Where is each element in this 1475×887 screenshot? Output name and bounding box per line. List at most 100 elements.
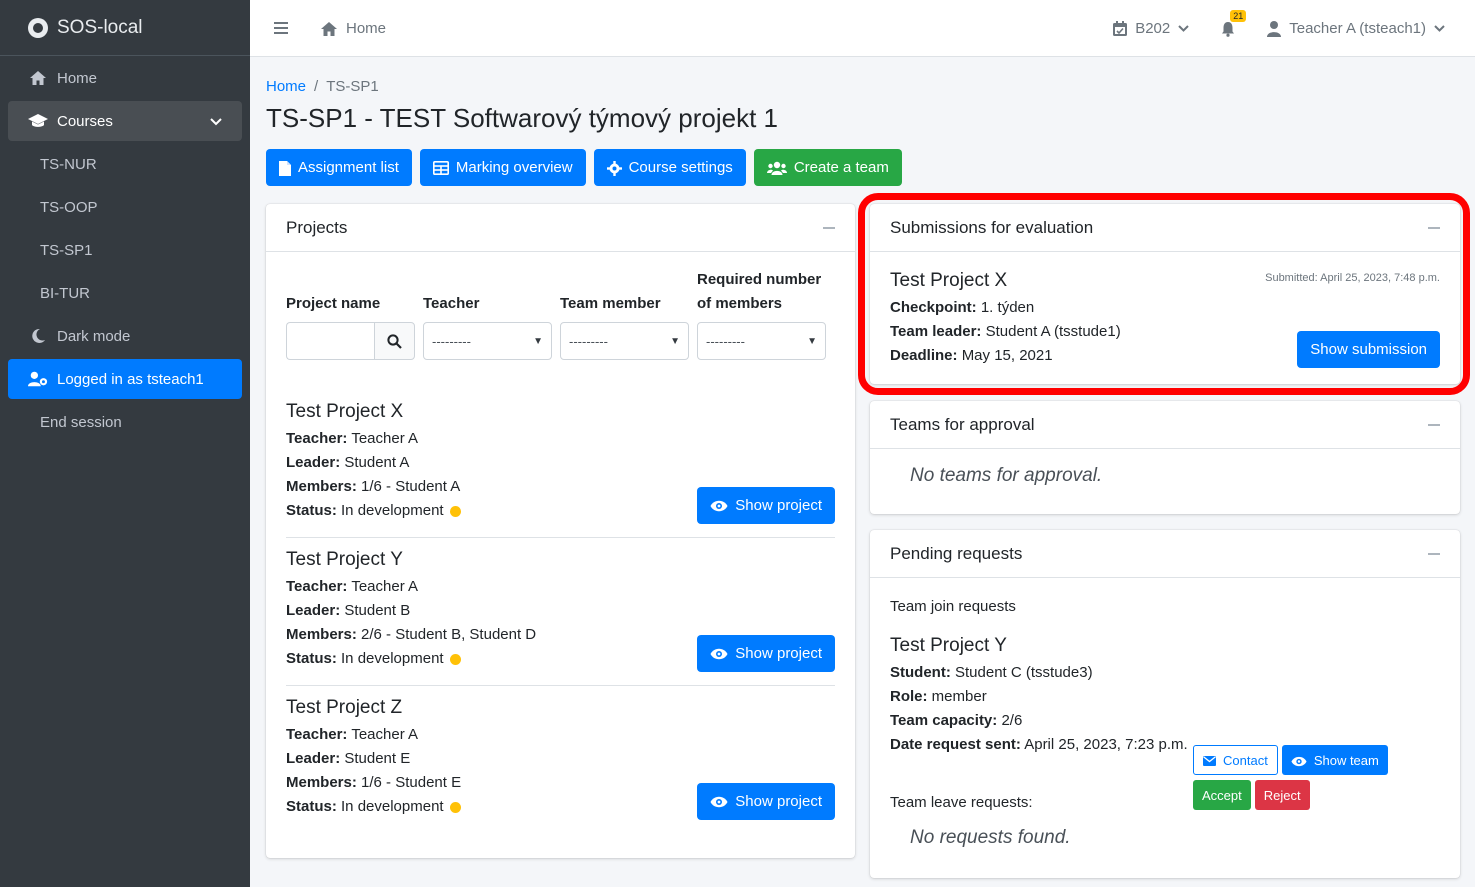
sidebar: SOS-local Home Courses TS-NUR TS-OOP TS-… [0, 0, 250, 887]
button-label: Course settings [628, 159, 733, 176]
minus-icon[interactable] [1428, 423, 1440, 426]
eye-icon [710, 793, 728, 810]
project-item: Test Project X Teacher: Teacher A Leader… [286, 390, 835, 538]
sidebar-item-course-2[interactable]: TS-SP1 [8, 230, 242, 270]
button-label: Create a team [793, 159, 889, 176]
chevron-down-icon [210, 114, 222, 128]
user-label: Teacher A (tsteach1) [1289, 19, 1426, 37]
sidebar-item-course-0[interactable]: TS-NUR [8, 144, 242, 184]
users-icon [766, 159, 787, 176]
breadcrumb-home-link[interactable]: Home [266, 78, 306, 95]
calendar-icon [1113, 20, 1128, 37]
room-dropdown[interactable]: B202 [1113, 20, 1189, 37]
card-title: Teams for approval [890, 414, 1035, 434]
project-name-input[interactable] [286, 322, 374, 360]
caret-down-icon: ▼ [533, 335, 543, 347]
empty-message: No teams for approval. [910, 465, 1103, 486]
menu-icon[interactable] [274, 22, 288, 34]
project-name: Test Project Z [286, 697, 403, 718]
button-label: Show project [735, 497, 822, 514]
eye-icon [1291, 753, 1307, 768]
show-project-button[interactable]: Show project [697, 783, 835, 820]
project-teacher: Teacher: Teacher A [286, 726, 419, 743]
teams-approval-card: Teams for approval No teams for approval… [870, 401, 1460, 514]
project-name: Test Project Y [286, 549, 403, 570]
show-project-button[interactable]: Show project [697, 487, 835, 524]
card-header: Teams for approval [870, 401, 1460, 449]
button-label: Assignment list [298, 159, 399, 176]
sidebar-item-label: Logged in as tsteach1 [57, 370, 204, 388]
filter-label: Required number of members [697, 271, 822, 312]
card-header: Pending requests [870, 530, 1460, 578]
project-item: Test Project Z Teacher: Teacher A Leader… [286, 686, 835, 833]
project-item: Test Project Y Teacher: Teacher A Leader… [286, 538, 835, 686]
request-project-name: Test Project Y [890, 635, 1007, 656]
create-team-button[interactable]: Create a team [753, 149, 902, 186]
chevron-down-icon [1434, 20, 1445, 37]
sidebar-item-end-session[interactable]: End session [8, 402, 242, 442]
topbar-right: B202 21 Teacher A (tsteach1) [1113, 10, 1475, 37]
file-icon [279, 159, 291, 176]
search-button[interactable] [374, 322, 415, 360]
minus-icon[interactable] [1428, 226, 1440, 229]
button-label: Marking overview [455, 159, 573, 176]
notifications-badge: 21 [1230, 10, 1247, 23]
request-actions-top: Contact Show team [1193, 745, 1388, 775]
project-list: Test Project X Teacher: Teacher A Leader… [286, 390, 835, 833]
course-settings-button[interactable]: Course settings [593, 149, 746, 186]
leave-empty-message: No requests found. [910, 827, 1071, 848]
marking-overview-button[interactable]: Marking overview [419, 149, 586, 186]
team-member-select[interactable]: --------- ▼ [560, 322, 689, 360]
home-icon [28, 70, 48, 86]
sidebar-item-label: Home [57, 69, 98, 87]
submission-checkpoint: Checkpoint: 1. týden [890, 299, 1035, 316]
home-icon [320, 19, 338, 36]
show-submission-button[interactable]: Show submission [1297, 331, 1440, 368]
contact-button[interactable]: Contact [1193, 745, 1278, 775]
gear-icon [606, 159, 622, 176]
graduation-cap-icon [28, 114, 48, 128]
request-capacity: Team capacity: 2/6 [890, 712, 1023, 729]
user-cog-icon [28, 371, 48, 387]
breadcrumb-separator: / [314, 78, 319, 95]
brand-title: SOS-local [57, 16, 143, 38]
status-dot [449, 801, 461, 813]
card-header: Submissions for evaluation [870, 204, 1460, 252]
sidebar-item-label: End session [40, 413, 122, 431]
sidebar-item-courses[interactable]: Courses [8, 101, 242, 141]
show-project-button[interactable]: Show project [697, 635, 835, 672]
reject-button[interactable]: Reject [1254, 780, 1310, 810]
submissions-card: Submissions for evaluation Test Project … [870, 204, 1460, 384]
sidebar-item-home[interactable]: Home [8, 58, 242, 98]
card-header: Projects [266, 204, 855, 252]
button-label: Show project [735, 645, 822, 662]
brand-link[interactable]: SOS-local [0, 0, 250, 56]
search-icon [387, 333, 402, 350]
sidebar-item-course-1[interactable]: TS-OOP [8, 187, 242, 227]
show-team-button[interactable]: Show team [1281, 745, 1388, 775]
eye-icon [710, 645, 728, 662]
teacher-select[interactable]: --------- ▼ [423, 322, 552, 360]
request-actions-bottom: Accept Reject [1193, 780, 1310, 810]
assignment-list-button[interactable]: Assignment list [266, 149, 412, 186]
status-dot [449, 505, 461, 517]
minus-icon[interactable] [823, 226, 835, 229]
user-icon [1267, 19, 1282, 37]
project-filters: Project name Teacher --------- ▼ Team me… [286, 271, 835, 360]
sidebar-item-dark-mode[interactable]: Dark mode [8, 316, 242, 356]
sidebar-item-logged-in[interactable]: Logged in as tsteach1 [8, 359, 242, 399]
accept-button[interactable]: Accept [1193, 780, 1251, 810]
user-dropdown[interactable]: Teacher A (tsteach1) [1267, 19, 1445, 37]
sidebar-item-course-3[interactable]: BI-TUR [8, 273, 242, 313]
course-actions: Assignment list Marking overview Course … [266, 149, 1461, 186]
button-label: Reject [1263, 787, 1301, 803]
topbar-home-link[interactable]: Home [320, 19, 386, 37]
notifications-button[interactable]: 21 [1221, 10, 1247, 37]
minus-icon[interactable] [1428, 552, 1440, 555]
select-value: --------- [569, 333, 608, 349]
required-members-select[interactable]: --------- ▼ [697, 322, 826, 360]
filter-required-members: Required number of members --------- ▼ [697, 271, 826, 360]
project-name: Test Project X [286, 401, 404, 422]
caret-down-icon: ▼ [807, 335, 817, 347]
project-name-search [286, 322, 415, 360]
